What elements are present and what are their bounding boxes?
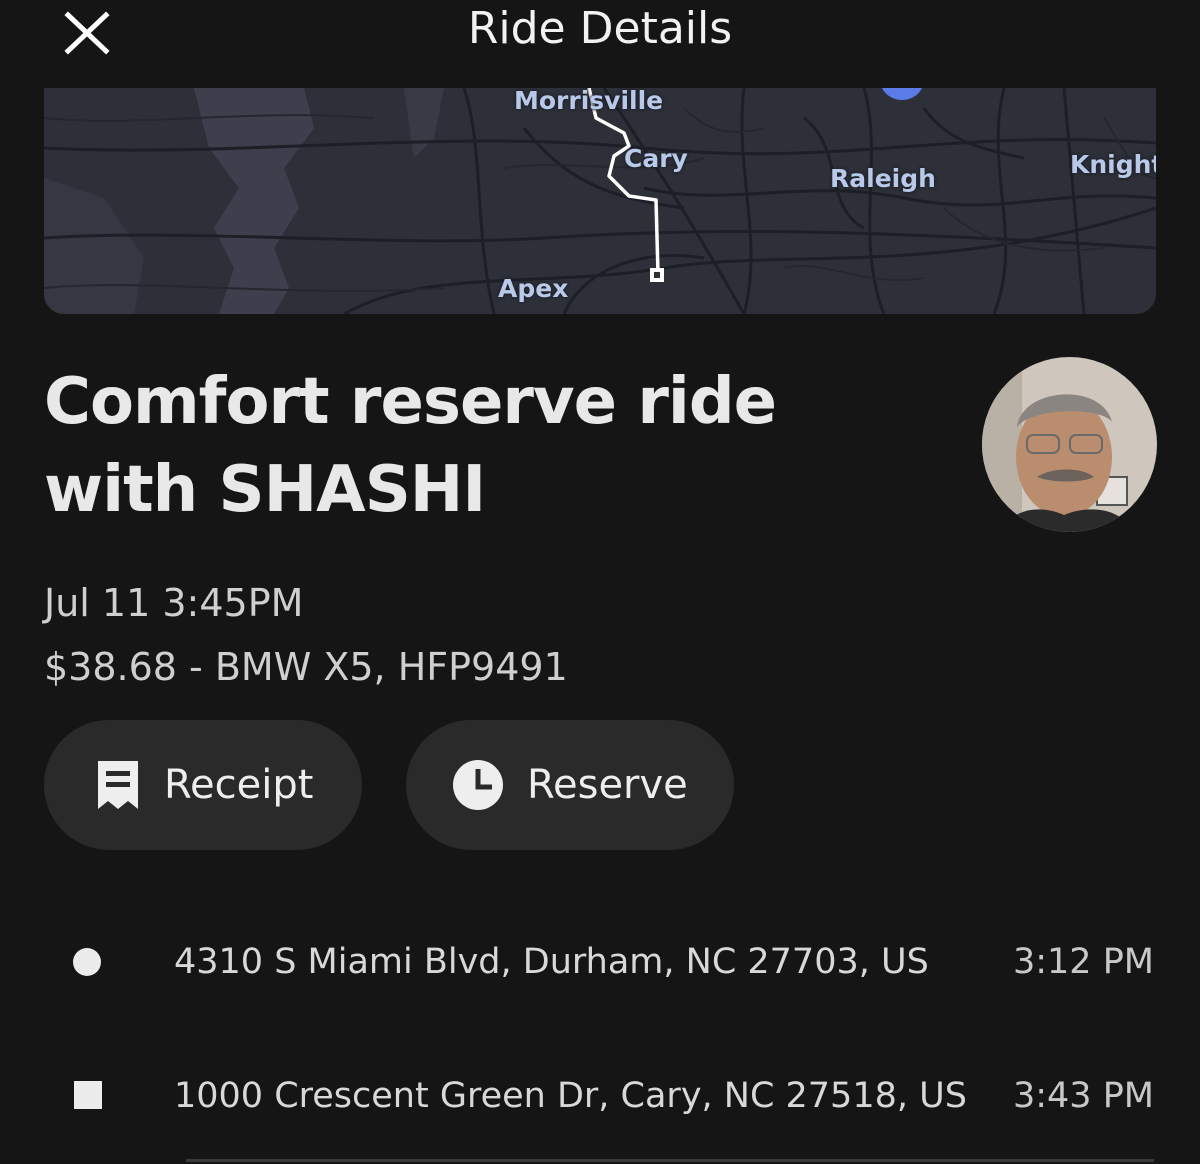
route-map[interactable]: Morrisville Cary Raleigh Knight Apex bbox=[44, 88, 1156, 314]
reserve-label: Reserve bbox=[527, 762, 688, 808]
pickup-address: 4310 S Miami Blvd, Durham, NC 27703, US bbox=[174, 942, 929, 982]
map-label-raleigh: Raleigh bbox=[830, 164, 936, 193]
ride-title: Comfort reserve ride with SHASHI bbox=[44, 365, 777, 527]
receipt-label: Receipt bbox=[164, 762, 314, 808]
dropoff-time: 3:43 PM bbox=[1012, 1076, 1154, 1116]
ride-details-screen: Ride Details Morrisville Cary Raleigh Kn… bbox=[0, 0, 1200, 1164]
ride-fare-vehicle: $38.68 - BMW X5, HFP9491 bbox=[44, 645, 568, 689]
map-label-morrisville: Morrisville bbox=[514, 88, 664, 115]
receipt-button[interactable]: Receipt bbox=[44, 720, 362, 850]
driver-avatar bbox=[982, 357, 1157, 532]
pickup-stop: 4310 S Miami Blvd, Durham, NC 27703, US … bbox=[0, 932, 1200, 992]
pickup-time: 3:12 PM bbox=[1012, 942, 1154, 982]
reserve-button[interactable]: Reserve bbox=[406, 720, 734, 850]
dropoff-square-icon bbox=[74, 1081, 102, 1109]
map-canvas bbox=[44, 88, 1156, 314]
divider bbox=[186, 1159, 1154, 1162]
map-label-knightdale: Knight bbox=[1070, 150, 1156, 179]
clock-icon bbox=[453, 760, 503, 810]
map-label-cary: Cary bbox=[624, 144, 688, 173]
ride-date: Jul 11 3:45PM bbox=[44, 581, 304, 625]
pickup-circle-icon bbox=[73, 948, 101, 976]
dropoff-address: 1000 Crescent Green Dr, Cary, NC 27518, … bbox=[174, 1076, 967, 1116]
map-label-apex: Apex bbox=[498, 274, 569, 303]
driver-photo bbox=[982, 357, 1157, 532]
dropoff-stop: 1000 Crescent Green Dr, Cary, NC 27518, … bbox=[0, 1066, 1200, 1126]
receipt-icon bbox=[98, 761, 138, 809]
page-title: Ride Details bbox=[467, 3, 733, 54]
header: Ride Details bbox=[0, 0, 1200, 60]
